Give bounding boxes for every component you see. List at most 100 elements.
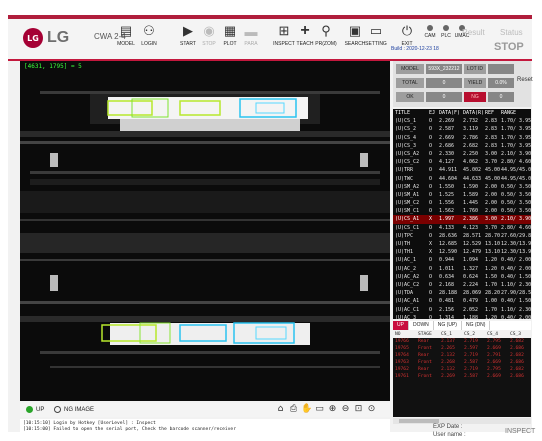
camera-image-viewer[interactable]: [4631, 1795] = 5: [20, 61, 390, 401]
radio-up[interactable]: UP: [26, 406, 44, 413]
save-image-icon[interactable]: ⎙: [288, 404, 299, 415]
table-row[interactable]: (U)SM_A1 O 1.525 1.589 2.00 0.50/ 3.50: [393, 191, 531, 199]
table-row[interactable]: (U)SM_C2 O 1.556 1.445 2.00 0.50/ 3.50: [393, 199, 531, 207]
radio-ng-image[interactable]: NG IMAGE: [54, 406, 94, 413]
table-row[interactable]: (U)TH1 X 12.590 12.479 13.10 12.30/13.90: [393, 248, 531, 256]
table-row[interactable]: (U)TWC O 44.604 44.633 45.00 44.95/45.05: [393, 175, 531, 183]
table-cell: 2.269: [439, 118, 455, 125]
table-row[interactable]: (U)CS_C1 O 4.133 4.123 3.70 2.80/ 4.60: [393, 224, 531, 232]
table-cell: 1.70/ 3.95: [501, 134, 531, 141]
table-cell: 1.20: [485, 314, 498, 319]
table-row[interactable]: (U)CS_2 O 2.587 3.119 2.83 1.70/ 3.95: [393, 125, 531, 133]
table-cell: 28.188: [439, 290, 458, 297]
table-cell: 2.587: [464, 360, 478, 365]
table-row[interactable]: (U)CS_4 O 2.669 2.786 2.83 1.70/ 3.95: [393, 134, 531, 142]
tab-up[interactable]: UP: [393, 321, 409, 330]
table-row[interactable]: (U)TPC O 28.636 28.571 28.70 27.60/29.80: [393, 232, 531, 240]
table-cell: 1.20: [485, 265, 498, 272]
table-row[interactable]: (U)CS_A1 X 1.997 2.386 3.00 2.10/ 3.90: [393, 215, 531, 224]
table-row[interactable]: (U)TRR O 44.911 45.002 45.00 44.95/45.05: [393, 166, 531, 174]
table-cell: (U)CS_4: [395, 134, 417, 141]
table-row[interactable]: 19764 Rear 2.132 2.719 2.791 2.682: [393, 352, 531, 359]
scrollbar-thumb[interactable]: [399, 419, 439, 423]
table-row[interactable]: (U)CS_3 O 2.686 2.682 2.83 1.70/ 3.95: [393, 142, 531, 150]
table-cell: 12.30/13.90: [501, 249, 531, 256]
table-cell: 0.944: [439, 257, 455, 264]
table-row[interactable]: (U)SM_C1 O 1.562 1.760 2.00 0.50/ 3.50: [393, 207, 531, 215]
table-cell: 28.636: [439, 232, 458, 239]
table-cell: 13.10: [485, 249, 501, 256]
ok-value: 0: [426, 92, 462, 102]
table-row[interactable]: 19766 Rear 2.137 2.719 2.795 2.682: [393, 338, 531, 345]
history-table[interactable]: NO STAGE CS_1 CS_2 CS_4 CS_3 19766 Rear 2.137 2.…: [393, 331, 531, 417]
table-cell: 2.132: [441, 367, 455, 372]
table-cell: (U)TH: [395, 241, 411, 247]
table-row[interactable]: (U)AC_C2 O 2.168 2.224 1.70 1.10/ 2.30: [393, 281, 531, 289]
table-row[interactable]: 19761 Front 2.269 2.587 2.669 2.686: [393, 373, 531, 380]
table-row[interactable]: (U)AC_1 O 0.944 1.094 1.20 0.40/ 2.00: [393, 256, 531, 264]
reset-button[interactable]: Reset: [517, 77, 533, 83]
table-row[interactable]: (U)AC_A1 O 0.481 0.479 1.00 0.40/ 1.50: [393, 297, 531, 305]
table-cell: X: [429, 241, 433, 247]
table-row[interactable]: (U)CS_C2 O 4.127 4.062 3.70 2.80/ 4.60: [393, 158, 531, 166]
user-name-label: User name :: [433, 432, 466, 438]
column-header: TITLE: [395, 110, 411, 116]
table-cell: 2.682: [510, 367, 524, 372]
table-cell: (U)TWC: [395, 175, 414, 182]
table-row[interactable]: (U)AC_2 O 1.011 1.327 1.20 0.40/ 2.00: [393, 265, 531, 273]
column-header: CS_1: [441, 332, 453, 337]
table-cell: 2.156: [439, 306, 455, 313]
table-cell: 2.686: [439, 142, 455, 149]
para-button[interactable]: ▬ PARA: [237, 23, 265, 48]
zoom-out-icon[interactable]: ⊖: [340, 404, 351, 415]
column-header: NO: [395, 332, 401, 337]
tab-down[interactable]: DOWN: [409, 321, 434, 330]
tab-ng-up[interactable]: NG (UP): [434, 321, 462, 330]
table-cell: 2.330: [439, 150, 455, 157]
table-row[interactable]: (U)TDA O 28.188 28.069 28.20 27.90/28.50: [393, 289, 531, 297]
measure-icon[interactable]: ▭: [314, 404, 325, 415]
table-row[interactable]: 19763 Front 2.268 2.587 2.669 2.686: [393, 359, 531, 366]
table-row[interactable]: (U)AC_3 O 1.314 1.188 1.20 0.40/ 2.00: [393, 314, 531, 319]
table-cell: (U)TH1: [395, 249, 414, 256]
zoom-fit-icon[interactable]: ⊡: [353, 404, 364, 415]
table-cell: 2.669: [487, 374, 501, 379]
table-row[interactable]: (U)AC_A2 O 0.634 0.624 1.50 0.40/ 1.50: [393, 273, 531, 281]
stop-icon: ◉: [203, 23, 215, 38]
table-row[interactable]: 19762 Rear 2.132 2.719 2.795 2.682: [393, 366, 531, 373]
login-button[interactable]: ⚇ LOGIN: [135, 23, 163, 47]
setting-button[interactable]: ▭ SETTING: [362, 23, 390, 47]
zoom-in-icon[interactable]: ⊕: [327, 404, 338, 415]
table-cell: (U)AC_2: [395, 265, 417, 272]
table-cell: 28.70: [485, 232, 501, 239]
table-cell: 12.479: [463, 249, 482, 256]
table-cell: 1.525: [439, 191, 455, 198]
table-cell: 3.70: [485, 159, 498, 166]
table-cell: 19762: [395, 367, 409, 372]
radio-checked-icon: [26, 406, 33, 413]
zoom-reset-icon[interactable]: ⊙: [366, 404, 377, 415]
table-row[interactable]: (U)CS_1 O 2.269 2.732 2.83 1.70/ 3.95: [393, 117, 531, 125]
open-image-icon[interactable]: ⌂: [275, 404, 286, 415]
hand-tool-icon[interactable]: ✋: [301, 404, 312, 415]
measurement-table[interactable]: TITLE EJ DATA(F) DATA(R) REF RANGE (U)CS_1 O 2.…: [393, 109, 531, 319]
total-value: 0: [426, 78, 462, 88]
table-cell: 2.83: [485, 142, 498, 149]
table-cell: 12.590: [439, 249, 458, 256]
table-cell: 1.556: [439, 200, 455, 207]
table-row[interactable]: (U)SM_A2 O 1.550 1.590 2.00 0.50/ 3.50: [393, 183, 531, 191]
table-row[interactable]: (U)CS_A2 O 2.330 2.250 3.00 2.10/ 3.90: [393, 150, 531, 158]
tab-ng-dn[interactable]: NG (DN): [462, 321, 491, 330]
table-cell: 2.224: [463, 281, 479, 288]
table-row[interactable]: (U)TH X 12.685 12.529 13.10 12.30/13.90: [393, 240, 531, 248]
table-cell: 1.550: [439, 183, 455, 190]
table-row[interactable]: 19765 Front 2.265 2.597 2.669 2.686: [393, 345, 531, 352]
table-cell: 44.633: [463, 175, 482, 182]
przoom-button[interactable]: ⚲ PR(ZOM): [312, 23, 340, 47]
table-cell: 19765: [395, 346, 409, 351]
table-cell: 2.719: [464, 339, 478, 344]
exit-button[interactable]: ⏻ EXIT: [393, 23, 421, 47]
mode-label: INSPECT: [505, 428, 536, 435]
table-cell: (U)CS_C1: [395, 224, 420, 231]
table-row[interactable]: (U)AC_C1 O 2.156 2.052 1.70 1.10/ 2.30: [393, 306, 531, 314]
